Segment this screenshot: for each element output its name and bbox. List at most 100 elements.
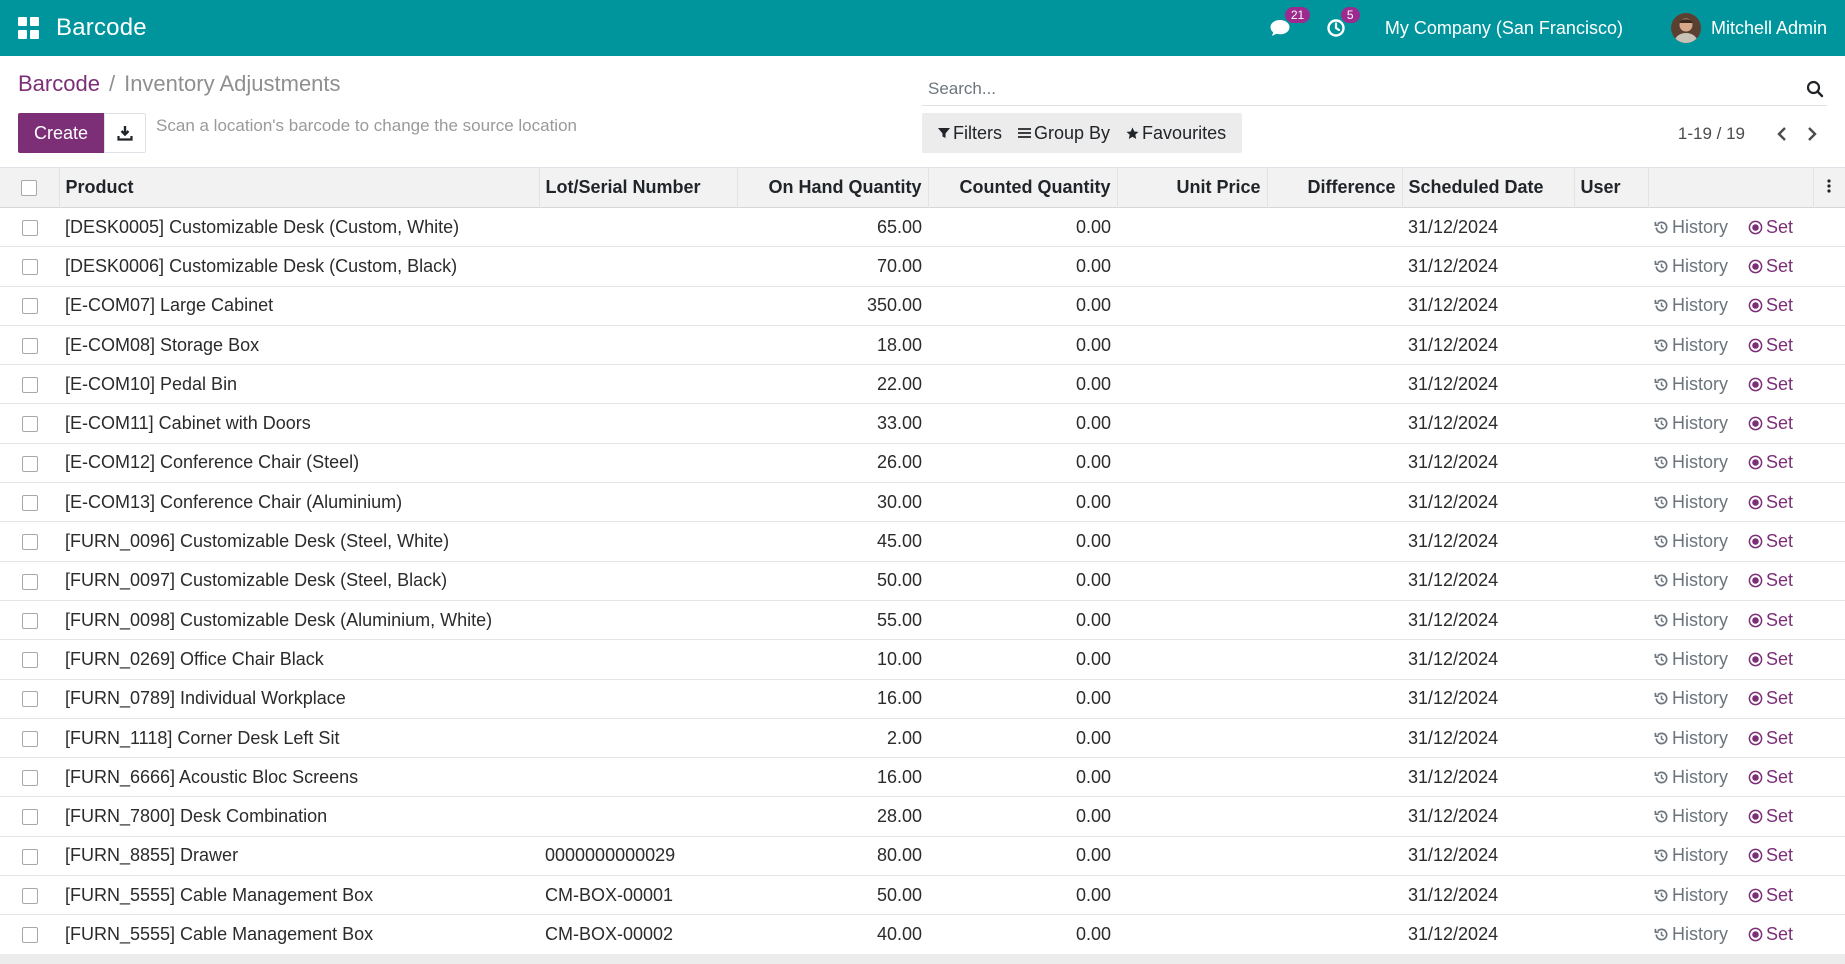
difference-cell[interactable] <box>1267 208 1402 247</box>
column-header-unit-price[interactable]: Unit Price <box>1117 167 1268 208</box>
row-checkbox[interactable] <box>21 534 38 551</box>
history-button[interactable]: History <box>1654 492 1728 513</box>
difference-cell[interactable] <box>1267 640 1402 679</box>
lot-cell[interactable] <box>539 325 737 364</box>
table-row[interactable]: [FURN_0269] Office Chair Black 10.00 0.0… <box>0 640 1845 680</box>
row-checkbox[interactable] <box>21 927 38 944</box>
scheduled-date-cell[interactable]: 31/12/2024 <box>1402 561 1574 600</box>
unit-price-cell[interactable] <box>1117 404 1267 443</box>
column-header-product[interactable]: Product <box>59 167 540 208</box>
user-menu[interactable]: Mitchell Admin <box>1670 13 1827 43</box>
set-button[interactable]: Set <box>1748 570 1793 591</box>
counted-cell[interactable]: 0.00 <box>928 915 1117 954</box>
column-header-user[interactable]: User <box>1574 167 1649 208</box>
lot-cell[interactable] <box>539 208 737 247</box>
table-row[interactable]: [E-COM10] Pedal Bin 22.00 0.00 31/12/202… <box>0 365 1845 404</box>
product-cell[interactable]: [E-COM13] Conference Chair (Aluminium) <box>59 483 539 522</box>
table-row[interactable]: [FURN_0096] Customizable Desk (Steel, Wh… <box>0 522 1845 562</box>
product-cell[interactable]: [FURN_5555] Cable Management Box <box>59 915 539 954</box>
lot-cell[interactable] <box>539 522 737 561</box>
product-cell[interactable]: [FURN_6666] Acoustic Bloc Screens <box>59 758 539 797</box>
on-hand-cell[interactable]: 80.00 <box>737 836 928 875</box>
lot-cell[interactable] <box>539 286 737 325</box>
user-cell[interactable] <box>1574 522 1648 561</box>
product-cell[interactable]: [FURN_0098] Customizable Desk (Aluminium… <box>59 600 539 639</box>
on-hand-cell[interactable]: 2.00 <box>737 718 928 757</box>
set-button[interactable]: Set <box>1748 649 1793 670</box>
product-cell[interactable]: [FURN_0269] Office Chair Black <box>59 640 539 679</box>
user-cell[interactable] <box>1574 876 1648 915</box>
row-checkbox[interactable] <box>21 337 38 354</box>
table-row[interactable]: [FURN_6666] Acoustic Bloc Screens 16.00 … <box>0 758 1845 797</box>
table-row[interactable]: [E-COM08] Storage Box 18.00 0.00 31/12/2… <box>0 325 1845 365</box>
history-button[interactable]: History <box>1654 728 1728 749</box>
user-cell[interactable] <box>1574 797 1648 836</box>
unit-price-cell[interactable] <box>1117 640 1267 679</box>
set-button[interactable]: Set <box>1748 413 1793 434</box>
unit-price-cell[interactable] <box>1117 836 1267 875</box>
lot-cell[interactable] <box>539 640 737 679</box>
table-row[interactable]: [FURN_5555] Cable Management Box CM-BOX-… <box>0 915 1845 955</box>
difference-cell[interactable] <box>1267 679 1402 718</box>
history-button[interactable]: History <box>1654 570 1728 591</box>
user-cell[interactable] <box>1574 836 1648 875</box>
counted-cell[interactable]: 0.00 <box>928 836 1117 875</box>
scheduled-date-cell[interactable]: 31/12/2024 <box>1402 483 1574 522</box>
table-row[interactable]: [FURN_8855] Drawer 0000000000029 80.00 0… <box>0 836 1845 876</box>
search-icon[interactable] <box>1803 77 1827 101</box>
set-button[interactable]: Set <box>1748 610 1793 631</box>
scheduled-date-cell[interactable]: 31/12/2024 <box>1402 640 1574 679</box>
difference-cell[interactable] <box>1267 600 1402 639</box>
unit-price-cell[interactable] <box>1117 325 1267 364</box>
messages-button[interactable]: 21 <box>1267 7 1311 41</box>
counted-cell[interactable]: 0.00 <box>928 718 1117 757</box>
user-cell[interactable] <box>1574 365 1648 404</box>
set-button[interactable]: Set <box>1748 924 1793 945</box>
difference-cell[interactable] <box>1267 247 1402 286</box>
scheduled-date-cell[interactable]: 31/12/2024 <box>1402 600 1574 639</box>
row-checkbox[interactable] <box>21 691 38 708</box>
on-hand-cell[interactable]: 18.00 <box>737 325 928 364</box>
row-checkbox[interactable] <box>21 416 38 433</box>
lot-cell[interactable] <box>539 483 737 522</box>
row-checkbox[interactable] <box>21 298 38 315</box>
counted-cell[interactable]: 0.00 <box>928 365 1117 404</box>
on-hand-cell[interactable]: 10.00 <box>737 640 928 679</box>
product-cell[interactable]: [FURN_1118] Corner Desk Left Sit <box>59 718 539 757</box>
row-checkbox[interactable] <box>21 887 38 904</box>
unit-price-cell[interactable] <box>1117 679 1267 718</box>
difference-cell[interactable] <box>1267 836 1402 875</box>
history-button[interactable]: History <box>1654 688 1728 709</box>
history-button[interactable]: History <box>1654 924 1728 945</box>
set-button[interactable]: Set <box>1748 335 1793 356</box>
scheduled-date-cell[interactable]: 31/12/2024 <box>1402 247 1574 286</box>
app-name[interactable]: Barcode <box>56 14 147 42</box>
user-cell[interactable] <box>1574 915 1648 954</box>
download-button[interactable] <box>104 113 147 153</box>
user-cell[interactable] <box>1574 404 1648 443</box>
breadcrumb-barcode[interactable]: Barcode <box>18 71 100 97</box>
on-hand-cell[interactable]: 30.00 <box>737 483 928 522</box>
row-checkbox[interactable] <box>21 652 38 669</box>
table-row[interactable]: [FURN_1118] Corner Desk Left Sit 2.00 0.… <box>0 718 1845 758</box>
scheduled-date-cell[interactable]: 31/12/2024 <box>1402 404 1574 443</box>
scheduled-date-cell[interactable]: 31/12/2024 <box>1402 325 1574 364</box>
product-cell[interactable]: [DESK0005] Customizable Desk (Custom, Wh… <box>59 208 539 247</box>
table-row[interactable]: [FURN_5555] Cable Management Box CM-BOX-… <box>0 876 1845 915</box>
scheduled-date-cell[interactable]: 31/12/2024 <box>1402 365 1574 404</box>
on-hand-cell[interactable]: 16.00 <box>737 758 928 797</box>
product-cell[interactable]: [FURN_0789] Individual Workplace <box>59 679 539 718</box>
lot-cell[interactable] <box>539 600 737 639</box>
difference-cell[interactable] <box>1267 758 1402 797</box>
unit-price-cell[interactable] <box>1117 797 1267 836</box>
apps-menu-icon[interactable] <box>18 17 40 39</box>
counted-cell[interactable]: 0.00 <box>928 600 1117 639</box>
difference-cell[interactable] <box>1267 522 1402 561</box>
scheduled-date-cell[interactable]: 31/12/2024 <box>1402 718 1574 757</box>
counted-cell[interactable]: 0.00 <box>928 561 1117 600</box>
on-hand-cell[interactable]: 40.00 <box>737 915 928 954</box>
unit-price-cell[interactable] <box>1117 483 1267 522</box>
lot-cell[interactable]: CM-BOX-00002 <box>539 915 737 954</box>
search-input[interactable] <box>922 78 1803 99</box>
user-cell[interactable] <box>1574 679 1648 718</box>
